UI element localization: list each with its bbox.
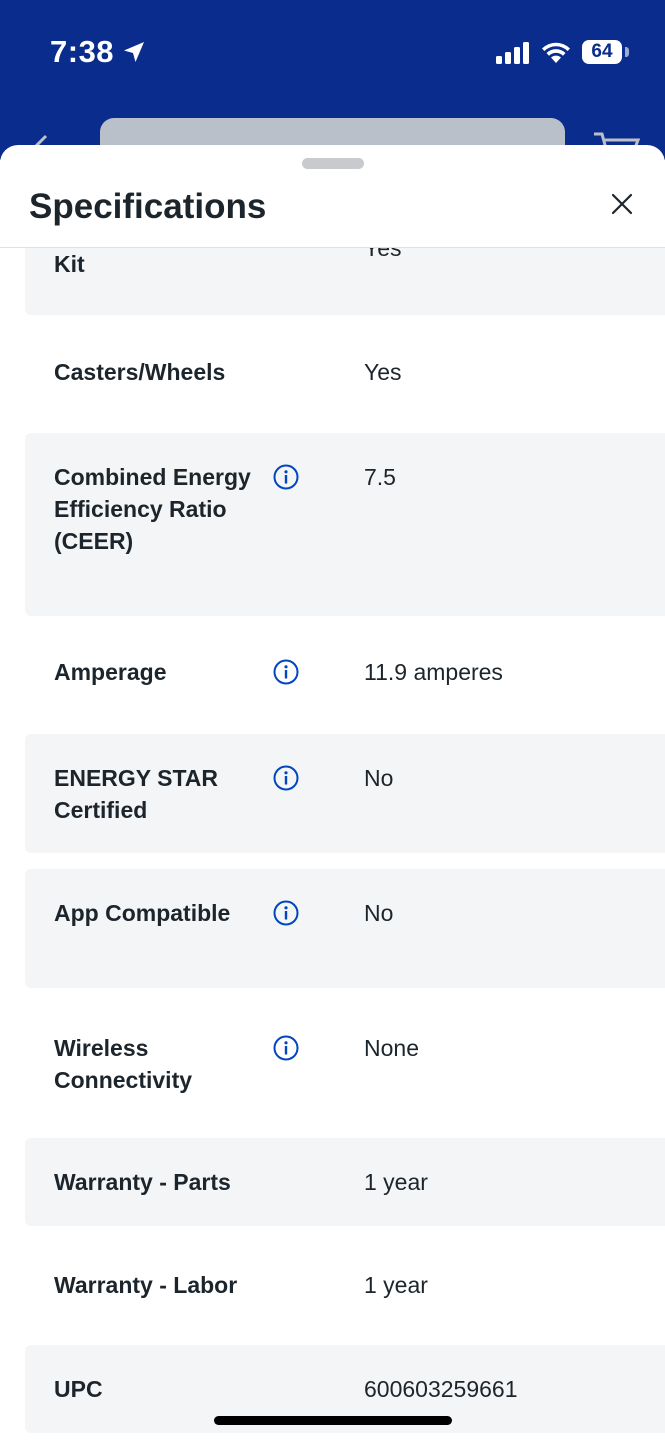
home-indicator[interactable] bbox=[214, 1416, 452, 1425]
status-time: 7:38 bbox=[50, 34, 115, 69]
info-icon[interactable] bbox=[273, 900, 299, 926]
spec-label: Combined Energy Efficiency Ratio (CEER) bbox=[54, 464, 251, 554]
spec-row-window-venting-kit: Window Venting Kit Yes bbox=[25, 248, 665, 315]
spec-value: Yes bbox=[364, 248, 402, 261]
info-icon[interactable] bbox=[273, 765, 299, 791]
spec-label: ENERGY STAR Certified bbox=[54, 765, 219, 823]
spec-value: 7.5 bbox=[364, 464, 396, 490]
spec-label: Casters/Wheels bbox=[54, 359, 226, 385]
wifi-icon bbox=[542, 42, 570, 63]
close-button[interactable] bbox=[598, 180, 646, 228]
specifications-sheet: Specifications Window Venting Kit Yes Ca… bbox=[0, 145, 665, 1440]
spec-value: No bbox=[364, 900, 394, 926]
cellular-signal-icon bbox=[496, 42, 529, 64]
close-icon bbox=[611, 193, 633, 215]
info-icon[interactable] bbox=[273, 464, 299, 490]
spec-value: None bbox=[364, 1035, 419, 1061]
info-icon[interactable] bbox=[273, 1035, 299, 1061]
location-arrow-icon bbox=[124, 42, 144, 62]
app-header: 7:38 64 bbox=[0, 0, 665, 168]
spec-label: Amperage bbox=[54, 659, 167, 685]
spec-label: UPC bbox=[54, 1376, 103, 1402]
spec-value: No bbox=[364, 765, 394, 791]
spec-row-app-compatible: App Compatible No bbox=[25, 869, 665, 988]
spec-value: 11.9 amperes bbox=[364, 659, 503, 685]
sheet-grabber[interactable] bbox=[302, 158, 364, 169]
spec-value: 1 year bbox=[364, 1272, 428, 1298]
spec-row-amperage: Amperage 11.9 amperes bbox=[25, 616, 665, 734]
spec-row-casters-wheels: Casters/Wheels Yes bbox=[25, 315, 665, 433]
spec-row-warranty-parts: Warranty - Parts 1 year bbox=[25, 1138, 665, 1226]
spec-label: Wireless Connectivity bbox=[54, 1035, 193, 1093]
spec-label: Warranty - Labor bbox=[54, 1272, 238, 1298]
spec-label: Window Venting Kit bbox=[54, 251, 85, 277]
spec-row-ceer: Combined Energy Efficiency Ratio (CEER) … bbox=[25, 433, 665, 616]
spec-value: 600603259661 bbox=[364, 1376, 518, 1402]
battery-indicator: 64 bbox=[582, 40, 622, 64]
spec-list: Window Venting Kit Yes Casters/Wheels Ye… bbox=[0, 248, 665, 1440]
sheet-title: Specifications bbox=[29, 187, 267, 226]
spec-label: App Compatible bbox=[54, 900, 231, 926]
info-icon[interactable] bbox=[273, 659, 299, 685]
spec-row-wireless-connectivity: Wireless Connectivity None bbox=[25, 988, 665, 1137]
spec-row-warranty-labor: Warranty - Labor 1 year bbox=[25, 1226, 665, 1345]
spec-value: Yes bbox=[364, 359, 402, 385]
spec-label: Warranty - Parts bbox=[54, 1169, 231, 1195]
battery-nub bbox=[625, 47, 629, 57]
spec-value: 1 year bbox=[364, 1169, 428, 1195]
spec-row-energy-star: ENERGY STAR Certified No bbox=[25, 734, 665, 853]
